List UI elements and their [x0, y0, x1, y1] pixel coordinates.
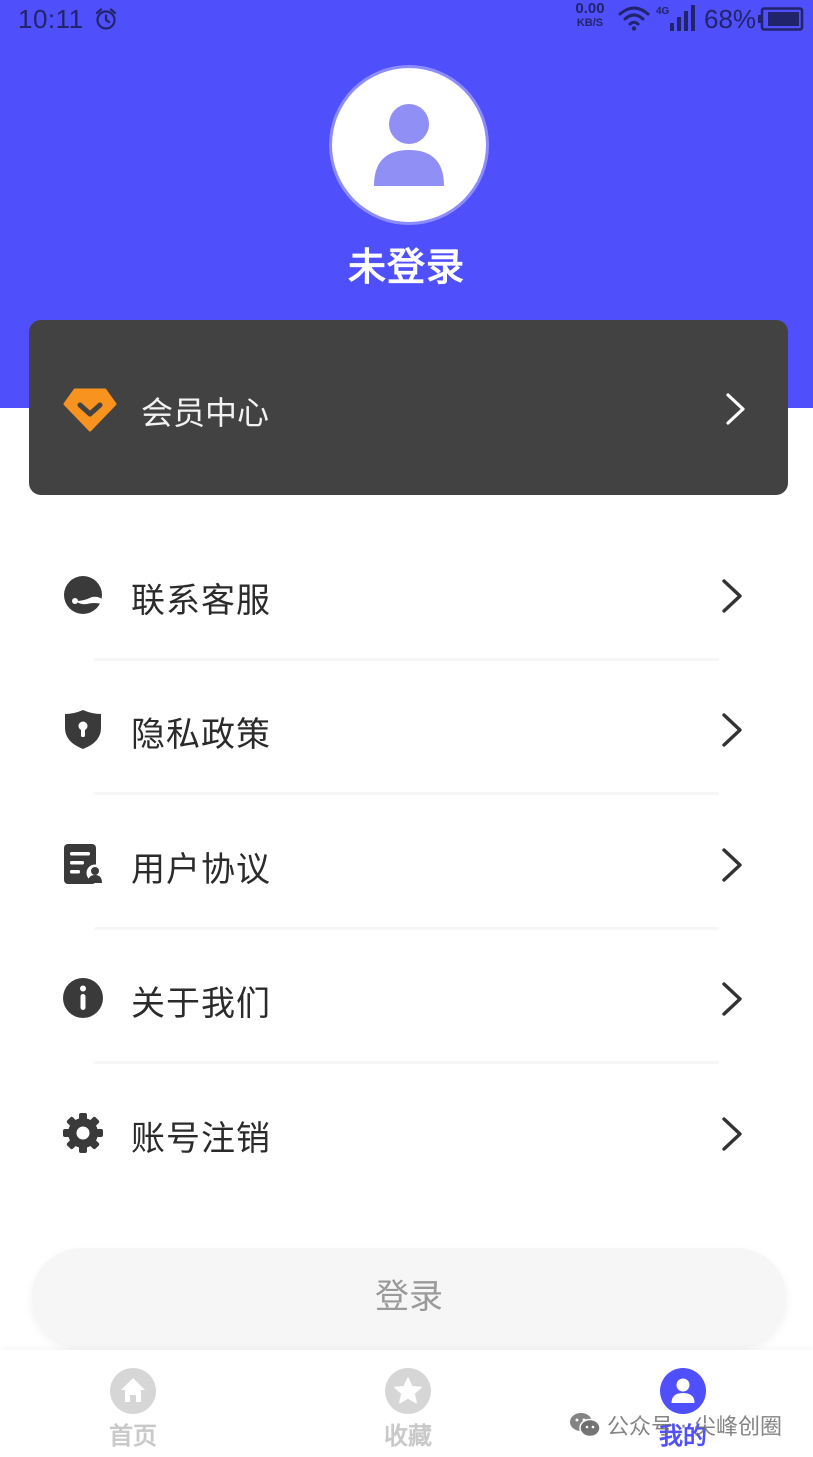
status-time: 10:11 — [18, 4, 84, 34]
tab-home[interactable]: 首页 — [53, 1350, 213, 1457]
chevron-right-icon — [726, 393, 745, 425]
watermark: 公众号 · 尖峰创圈 — [569, 1410, 782, 1440]
menu-item-about-us[interactable]: 关于我们 — [0, 930, 813, 1064]
menu-item-label: 联系客服 — [131, 581, 271, 621]
menu-item-customer-service[interactable]: 联系客服 — [0, 527, 813, 661]
chevron-right-icon — [722, 982, 742, 1016]
vip-center-label: 会员中心 — [141, 394, 270, 432]
tab-favorites[interactable]: 收藏 — [328, 1350, 488, 1457]
customer-service-icon — [64, 576, 102, 614]
network-speed-value: 0.00 — [575, 0, 605, 17]
vip-center-card[interactable]: 会员中心 — [29, 320, 788, 495]
chevron-right-icon — [722, 713, 742, 747]
shield-lock-icon — [65, 710, 101, 749]
user-agreement-icon — [64, 844, 104, 884]
network-speed: 0.00 KB/S — [570, 0, 610, 30]
info-icon — [63, 978, 103, 1018]
avatar[interactable] — [332, 68, 486, 222]
user-name[interactable]: 未登录 — [0, 236, 813, 291]
divider — [94, 1061, 719, 1064]
menu-item-delete-account[interactable]: 账号注销 — [0, 1065, 813, 1199]
battery-percentage: 68% — [704, 4, 757, 34]
divider — [94, 792, 719, 795]
chevron-right-icon — [722, 848, 742, 882]
battery-icon — [758, 7, 804, 31]
diamond-icon — [63, 388, 117, 432]
chevron-right-icon — [722, 579, 742, 613]
login-button[interactable]: 登录 — [32, 1248, 786, 1346]
tab-label: 收藏 — [384, 1422, 432, 1450]
alarm-icon — [95, 8, 117, 30]
wechat-icon — [570, 1413, 601, 1438]
home-icon — [110, 1368, 156, 1414]
network-type: 4G — [656, 6, 670, 17]
user-icon — [660, 1368, 706, 1414]
menu-item-label: 用户协议 — [131, 850, 271, 890]
user-icon — [374, 104, 444, 186]
star-icon — [385, 1368, 431, 1414]
chevron-right-icon — [722, 1117, 742, 1151]
status-bar: 10:11 0.00 KB/S 4G 68% — [0, 0, 813, 40]
tab-label: 首页 — [109, 1422, 157, 1450]
wifi-icon — [618, 6, 650, 31]
signal-icon: 4G — [656, 5, 695, 31]
menu-item-label: 隐私政策 — [131, 715, 271, 755]
watermark-text: 公众号 · 尖峰创圈 — [607, 1415, 782, 1440]
menu-item-user-agreement[interactable]: 用户协议 — [0, 796, 813, 930]
menu-item-label: 账号注销 — [131, 1119, 271, 1159]
menu-item-privacy-policy[interactable]: 隐私政策 — [0, 661, 813, 795]
menu-item-label: 关于我们 — [131, 984, 271, 1024]
network-speed-unit: KB/S — [576, 17, 604, 29]
gear-icon — [63, 1113, 103, 1153]
